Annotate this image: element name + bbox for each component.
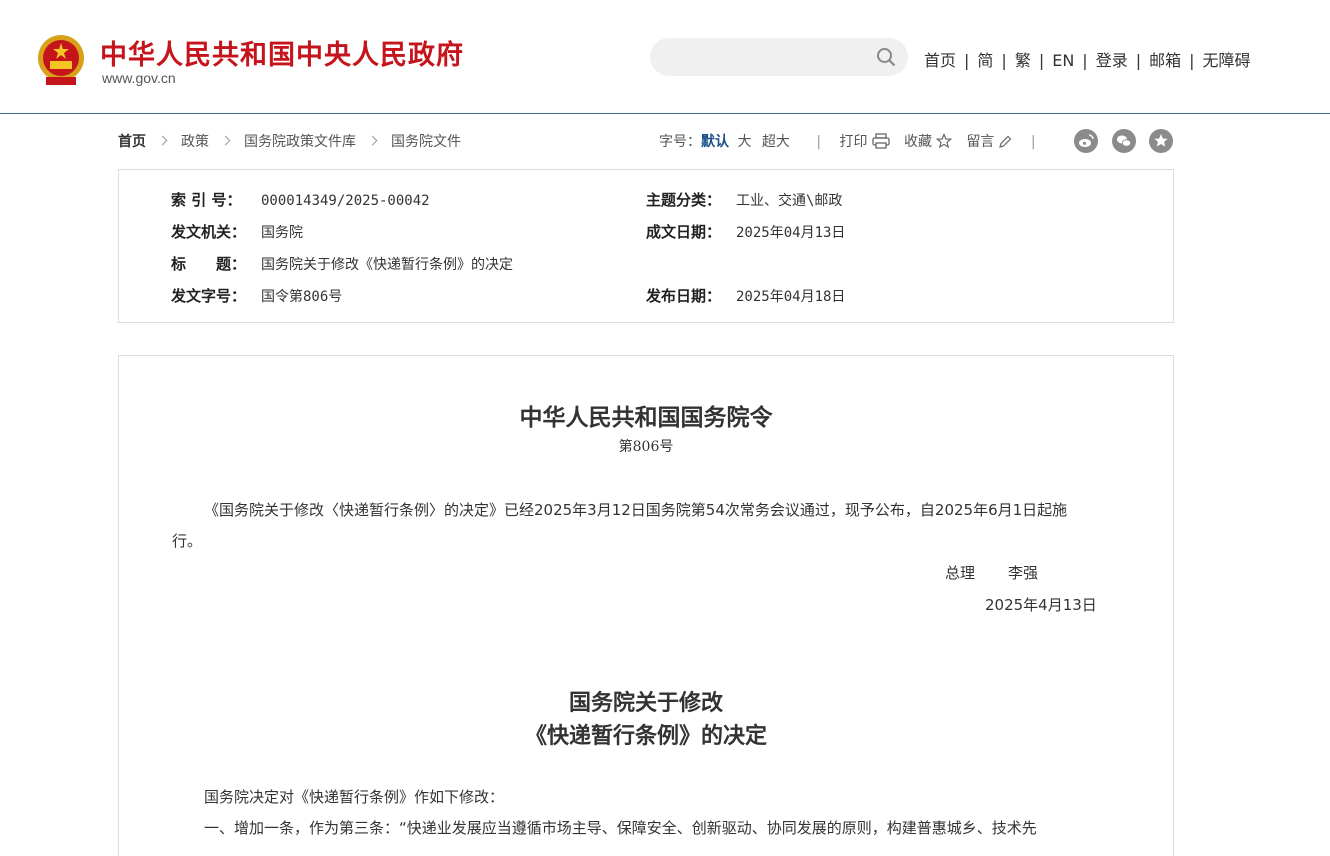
nav-separator: | <box>964 51 970 70</box>
info-docno: 发文字号： 国令第806号 <box>171 285 342 306</box>
title-label: 标 题： <box>171 255 247 273</box>
article-body: 中华人民共和国国务院令 第806号 《国务院关于修改〈快递暂行条例〉的决定》已经… <box>118 355 1174 856</box>
print-button[interactable]: 打印 <box>839 133 890 150</box>
published-date-label: 发布日期： <box>646 287 722 305</box>
chevron-right-icon <box>220 135 231 146</box>
docno-label: 发文字号： <box>171 287 247 305</box>
nav-accessibility[interactable]: 无障碍 <box>1203 51 1251 70</box>
site-title[interactable]: 中华人民共和国中央人民政府 <box>100 33 464 72</box>
nav-separator: | <box>1082 51 1088 70</box>
info-index: 索 引 号： 000014349/2025-00042 <box>171 189 430 210</box>
nav-mail[interactable]: 邮箱 <box>1149 51 1181 70</box>
order-number: 第806号 <box>618 439 674 455</box>
info-title: 标 题： 国务院关于修改《快递暂行条例》的决定 <box>171 253 513 274</box>
decision-title-line1: 国务院关于修改 <box>568 690 723 716</box>
article-tools: 字号：默认 大 超大 | 打印 收藏 留言 | <box>659 131 1036 151</box>
sign-date: 2025年4月13日 <box>985 596 1097 614</box>
nav-login[interactable]: 登录 <box>1096 51 1128 70</box>
search-icon[interactable] <box>876 47 896 67</box>
print-label: 打印 <box>839 134 868 150</box>
issuer-label: 发文机关： <box>171 223 247 241</box>
signer-title: 总理 <box>945 564 976 582</box>
paragraph-text: 国务院决定对《快递暂行条例》作如下修改： <box>204 788 505 806</box>
info-published-date: 发布日期： 2025年04月18日 <box>646 285 845 306</box>
favorite-button[interactable]: 收藏 <box>903 132 953 150</box>
index-value: 000014349/2025-00042 <box>261 193 430 209</box>
comment-label: 留言 <box>966 134 995 150</box>
info-category: 主题分类： 工业、交通\邮政 <box>646 189 842 210</box>
order-title: 中华人民共和国国务院令 <box>519 404 773 431</box>
index-label: 索 引 号： <box>171 191 242 209</box>
site-header: 中华人民共和国中央人民政府 www.gov.cn 首页 | 简 | 繁 | EN | 登录 | 邮箱… <box>0 0 1330 114</box>
printer-icon <box>871 133 890 149</box>
pencil-icon <box>999 135 1012 148</box>
breadcrumb-policy-library[interactable]: 国务院政策文件库 <box>244 134 356 150</box>
signer-name: 李强 <box>1008 564 1039 582</box>
nav-traditional[interactable]: 繁 <box>1015 51 1031 70</box>
star-icon[interactable] <box>1149 129 1173 153</box>
nav-simplified[interactable]: 简 <box>977 51 993 70</box>
favorite-label: 收藏 <box>903 134 932 150</box>
wechat-glyph <box>1117 135 1132 147</box>
docno-value: 国令第806号 <box>261 289 343 305</box>
breadcrumb: 首页 政策 国务院政策文件库 国务院文件 <box>118 131 461 151</box>
site-url[interactable]: www.gov.cn <box>102 70 176 86</box>
title-value: 国务院关于修改《快递暂行条例》的决定 <box>261 257 513 273</box>
nav-english[interactable]: EN <box>1052 51 1074 70</box>
font-size-default[interactable]: 默认 <box>701 134 729 150</box>
weibo-glyph <box>1079 134 1094 147</box>
info-issuer: 发文机关： 国务院 <box>171 221 303 242</box>
info-written-date: 成文日期： 2025年04月13日 <box>646 221 845 242</box>
decision-title-line2: 《快递暂行条例》的决定 <box>524 723 767 749</box>
breadcrumb-home[interactable]: 首页 <box>118 134 146 150</box>
paragraph-text: 行。 <box>172 532 203 550</box>
nav-separator: | <box>1038 51 1045 70</box>
written-date-label: 成文日期： <box>646 223 722 241</box>
breadcrumb-state-council-docs[interactable]: 国务院文件 <box>391 134 461 150</box>
tools-separator: | <box>816 134 822 150</box>
star-glyph <box>1154 134 1168 147</box>
issuer-value: 国务院 <box>261 225 303 241</box>
font-size-label: 字号： <box>659 134 701 150</box>
chevron-right-icon <box>157 135 168 146</box>
font-size-large[interactable]: 大 <box>737 134 751 150</box>
published-date-value: 2025年04月18日 <box>736 289 846 305</box>
nav-separator: | <box>1001 51 1007 70</box>
comment-button[interactable]: 留言 <box>966 134 1012 150</box>
top-nav: 首页 | 简 | 繁 | EN | 登录 | 邮箱 | 无障碍 <box>924 47 1251 71</box>
category-value: 工业、交通\邮政 <box>736 193 843 209</box>
star-outline-icon <box>935 132 953 149</box>
document-info-box: 索 引 号： 000014349/2025-00042 主题分类： 工业、交通\邮政… <box>118 169 1174 323</box>
weibo-icon[interactable] <box>1074 129 1098 153</box>
national-emblem-icon[interactable] <box>36 33 86 87</box>
tools-separator: | <box>1030 134 1036 150</box>
nav-separator: | <box>1135 51 1142 70</box>
search-input[interactable] <box>650 38 908 76</box>
nav-separator: | <box>1189 51 1195 70</box>
breadcrumb-policy[interactable]: 政策 <box>181 134 209 150</box>
chevron-right-icon <box>367 135 378 146</box>
written-date-value: 2025年04月13日 <box>736 225 846 241</box>
category-label: 主题分类： <box>646 191 722 209</box>
font-size-xlarge[interactable]: 超大 <box>762 134 790 150</box>
paragraph-text: 一、增加一条，作为第三条：“快递业发展应当遵循市场主导、保障安全、创新驱动、协同… <box>204 819 1037 837</box>
wechat-icon[interactable] <box>1112 129 1136 153</box>
nav-home[interactable]: 首页 <box>924 51 956 70</box>
paragraph-text: 《国务院关于修改〈快递暂行条例〉的决定》已经2025年3月12日国务院第54次常… <box>204 501 1068 519</box>
